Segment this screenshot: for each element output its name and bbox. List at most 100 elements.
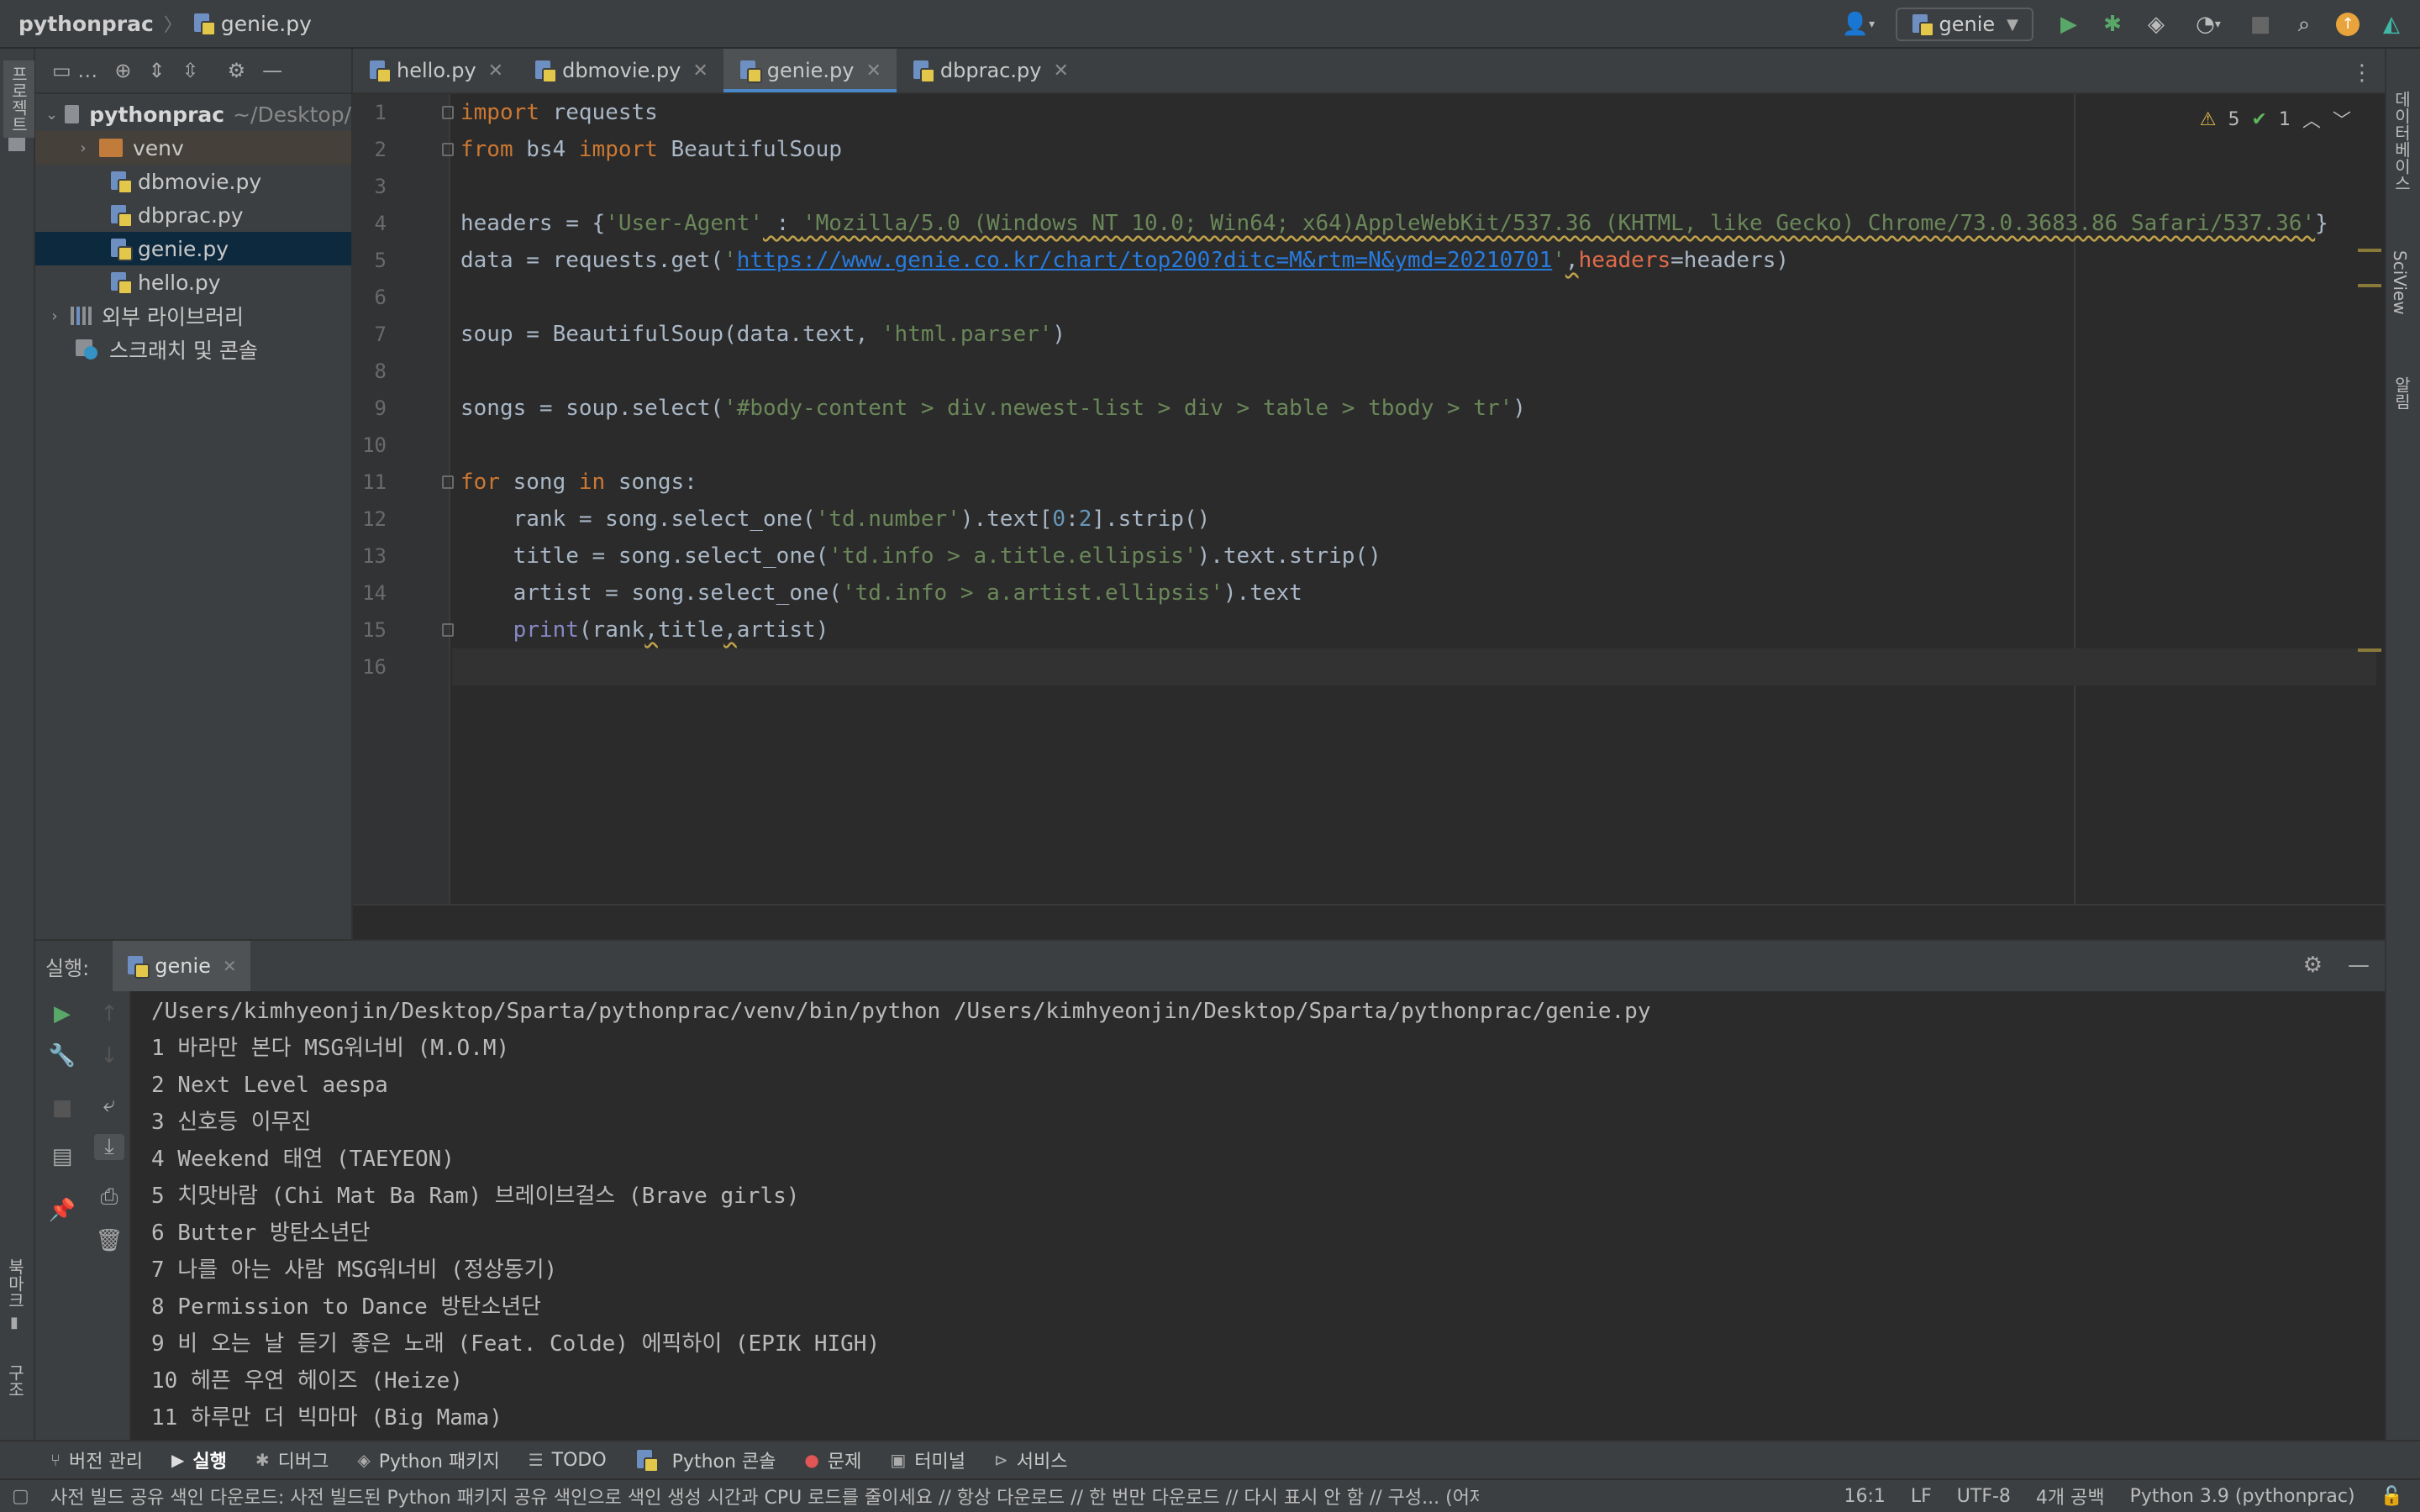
fold-icon[interactable] (442, 623, 454, 637)
tree-item-genie[interactable]: genie.py (35, 232, 351, 265)
indent-setting[interactable]: 4개 공백 (2036, 1483, 2105, 1509)
panel-toggle-icon[interactable]: ▢ (12, 1486, 29, 1507)
fold-icon[interactable] (442, 106, 454, 119)
search-icon[interactable]: ⌕ (2289, 9, 2319, 39)
sciview-tool-button[interactable]: SciView (2390, 250, 2410, 315)
close-icon[interactable]: ✕ (865, 60, 881, 81)
tree-item-label: venv (133, 135, 184, 160)
string-literal: 'html.parser' (881, 322, 1053, 347)
console-output[interactable]: /Users/kimhyeonjin/Desktop/Sparta/python… (151, 993, 1650, 1436)
close-icon[interactable]: ✕ (223, 956, 237, 976)
soft-wrap-icon[interactable]: ⤶ (94, 1092, 124, 1118)
line-separator[interactable]: LF (1911, 1486, 1932, 1507)
update-icon[interactable]: ↑ (2333, 9, 2363, 39)
tree-item-dbprac[interactable]: dbprac.py (35, 198, 351, 232)
tool-button-packages[interactable]: ◈ Python 패키지 (357, 1446, 499, 1473)
chevron-down-icon[interactable]: ﹀ (2333, 106, 2351, 133)
chevron-up-icon[interactable]: ︿ (2302, 106, 2321, 133)
locate-icon[interactable]: ⊕ (114, 59, 131, 82)
tool-button-debug[interactable]: ✱ 디버그 (255, 1446, 329, 1473)
tree-item-scratches[interactable]: 스크래치 및 콘솔 (35, 333, 351, 366)
run-icon[interactable]: ▶ (2054, 9, 2084, 39)
code-editor[interactable]: 1 2 3 4 5 6 7 8 9 10 11 12 13 14 15 16 i… (353, 94, 2385, 939)
tool-button-problems[interactable]: ● 문제 (804, 1446, 861, 1473)
jetbrains-logo-icon[interactable]: ◭ (2376, 9, 2407, 39)
breadcrumb-project[interactable]: pythonprac (18, 12, 154, 36)
warning-marker[interactable] (2358, 648, 2381, 652)
tree-root[interactable]: ⌄ pythonprac ~/Desktop/ (35, 97, 351, 131)
bookmark-icon[interactable]: ▮ (10, 1314, 18, 1331)
interpreter-selector[interactable]: Python 3.9 (pythonprac) (2130, 1486, 2355, 1507)
stop-icon[interactable]: ■ (47, 1095, 77, 1121)
close-icon[interactable]: ✕ (1053, 60, 1068, 81)
user-icon[interactable]: 👤 ▾ (1835, 9, 1882, 39)
string-literal: 'td.info > a.artist.ellipsis' (841, 580, 1223, 606)
url-link[interactable]: https://www.genie.co.kr/chart/top200?dit… (737, 248, 1553, 273)
tool-button-services[interactable]: ⊳ 서비스 (994, 1446, 1068, 1473)
code-line-11: for song in songs: (460, 464, 697, 501)
rerun-icon[interactable]: ▶ (47, 1001, 77, 1026)
tree-item-dbmovie[interactable]: dbmovie.py (35, 165, 351, 198)
lock-icon[interactable]: 🔓 (2381, 1486, 2403, 1507)
tab-dbmovie[interactable]: dbmovie.py ✕ (518, 49, 723, 92)
status-message[interactable]: 사전 빌드 공유 색인 다운로드: 사전 빌드된 Python 패키지 공유 색… (50, 1483, 1479, 1509)
code-text: ).text (1223, 580, 1302, 606)
number-literal: 2 (1078, 507, 1092, 532)
chevron-down-icon[interactable]: ⌄ (45, 106, 58, 123)
project-tool-button[interactable]: 프로젝트 (3, 60, 34, 138)
panel-view-icon[interactable]: ▭ … (52, 59, 97, 82)
expand-all-icon[interactable]: ⇕ (148, 59, 165, 82)
bookmarks-tool-button[interactable]: 북마크 (3, 1258, 28, 1309)
warning-marker[interactable] (2358, 284, 2381, 287)
folder-icon (65, 105, 80, 123)
breadcrumb-file[interactable]: genie.py (221, 12, 312, 36)
warning-marker[interactable] (2358, 249, 2381, 252)
pin-icon[interactable]: 📌 (47, 1198, 77, 1223)
notifications-tool-button[interactable]: 알림 (2390, 376, 2414, 410)
tree-root-label: pythonprac (89, 102, 225, 127)
tree-item-external-libraries[interactable]: › 외부 라이브러리 (35, 299, 351, 333)
wrench-icon[interactable]: 🔧 (47, 1043, 77, 1068)
arrow-down-icon[interactable]: ↓ (94, 1043, 124, 1068)
folder-icon[interactable] (8, 138, 25, 151)
profile-icon[interactable]: ◔ ▾ (2185, 9, 2232, 39)
tool-button-vcs[interactable]: ⑂ 버전 관리 (50, 1446, 143, 1473)
minimize-icon[interactable]: — (2348, 953, 2370, 978)
close-icon[interactable]: ✕ (692, 60, 708, 81)
minimize-icon[interactable]: — (262, 59, 282, 82)
tab-dbprac[interactable]: dbprac.py ✕ (897, 49, 1084, 92)
run-tab-genie[interactable]: genie ✕ (113, 941, 250, 991)
tree-item-hello[interactable]: hello.py (35, 265, 351, 299)
print-icon[interactable]: ⎙ (94, 1184, 124, 1210)
collapse-all-icon[interactable]: ⇳ (182, 59, 199, 82)
layout-icon[interactable]: ▤ (47, 1144, 77, 1169)
database-tool-button[interactable]: 데이터베이스 (2390, 91, 2414, 192)
structure-tool-button[interactable]: 구조 (3, 1364, 28, 1398)
tool-button-terminal[interactable]: ▣ 터미널 (890, 1446, 965, 1473)
scroll-to-end-icon[interactable]: ⤓ (94, 1134, 124, 1160)
chevron-right-icon[interactable]: › (45, 307, 64, 325)
tool-button-python-console[interactable]: Python 콘솔 (635, 1446, 776, 1473)
close-icon[interactable]: ✕ (488, 60, 503, 81)
caret-position[interactable]: 16:1 (1844, 1486, 1885, 1507)
tab-genie[interactable]: genie.py ✕ (723, 49, 897, 92)
file-encoding[interactable]: UTF-8 (1957, 1486, 2011, 1507)
stop-icon[interactable]: ■ (2245, 9, 2275, 39)
trash-icon[interactable]: 🗑 (94, 1228, 124, 1253)
tool-button-todo[interactable]: ☰ TODO (529, 1450, 607, 1471)
more-vertical-icon[interactable]: ⋮ (2351, 60, 2373, 86)
fold-icon[interactable] (442, 143, 454, 156)
tab-hello[interactable]: hello.py ✕ (353, 49, 518, 92)
gear-icon[interactable]: ⚙ (2303, 953, 2323, 978)
coverage-icon[interactable]: ◈ (2141, 9, 2171, 39)
tool-button-label: TODO (551, 1449, 607, 1471)
chevron-right-icon[interactable]: › (74, 139, 92, 157)
gear-icon[interactable]: ⚙ (228, 59, 246, 82)
fold-icon[interactable] (442, 475, 454, 489)
inspection-widget[interactable]: ⚠ 5 ✔ 1 ︿ ﹀ (2200, 106, 2351, 133)
debug-icon[interactable]: ✱ (2097, 9, 2128, 39)
run-config-dropdown[interactable]: genie ▼ (1895, 8, 2033, 41)
tool-button-run[interactable]: ▶ 실행 (171, 1446, 227, 1473)
tree-item-venv[interactable]: › venv (35, 131, 351, 165)
arrow-up-icon[interactable]: ↑ (94, 1001, 124, 1026)
